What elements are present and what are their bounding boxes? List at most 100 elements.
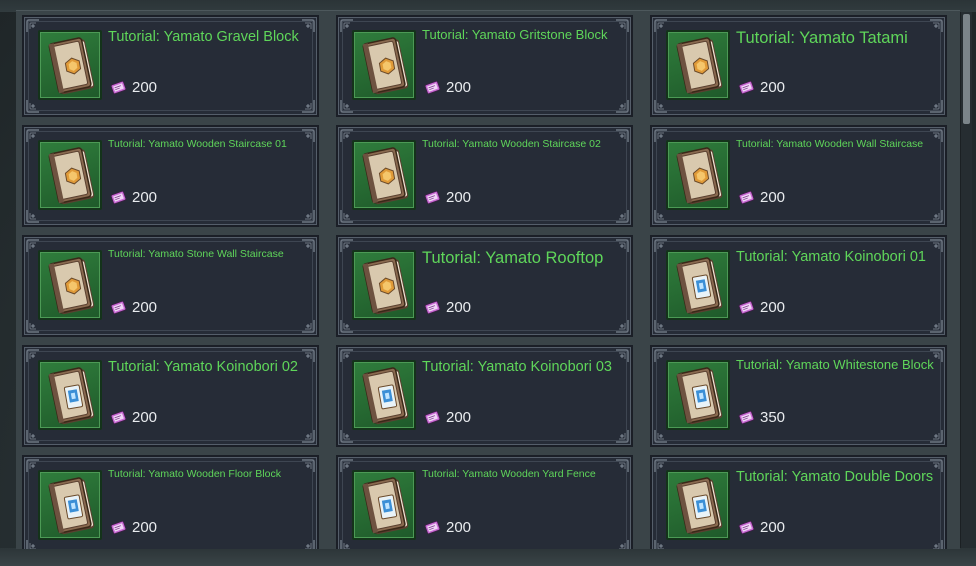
shop-item-card[interactable]: Tutorial: Yamato Wooden Staircase 01 200 (22, 125, 319, 227)
shop-item-card[interactable]: Tutorial: Yamato Koinobori 02 200 (22, 345, 319, 447)
price-row: 200 (424, 189, 471, 206)
item-name: Tutorial: Yamato Wooden Yard Fence (422, 468, 596, 480)
price-row: 200 (110, 79, 157, 96)
price-row: 200 (738, 519, 785, 536)
item-price: 200 (132, 409, 158, 426)
ticket-icon (738, 79, 755, 96)
item-price: 200 (132, 189, 158, 206)
scrollbar[interactable] (960, 12, 972, 548)
frame-corner-ornament (929, 319, 943, 333)
price-row: 200 (424, 519, 471, 536)
price-row: 200 (110, 409, 157, 426)
item-icon-frame (38, 250, 102, 320)
item-icon-frame (38, 30, 102, 100)
price-row: 200 (424, 79, 471, 96)
frame-corner-ornament (615, 429, 629, 443)
item-price: 200 (446, 299, 472, 316)
item-price: 200 (760, 79, 786, 96)
frame-corner-ornament (301, 209, 315, 223)
frame-corner-ornament (301, 99, 315, 113)
frame-corner-ornament (340, 99, 354, 113)
shop-item-card[interactable]: Tutorial: Yamato Whitestone Block 350 (650, 345, 947, 447)
frame-corner-ornament (301, 429, 315, 443)
shop-item-card[interactable]: Tutorial: Yamato Wooden Staircase 02 200 (336, 125, 633, 227)
item-name: Tutorial: Yamato Koinobori 01 (736, 249, 926, 265)
shop-item-card[interactable]: Tutorial: Yamato Double Doors 200 (650, 455, 947, 549)
shop-item-card[interactable]: Tutorial: Yamato Tatami 200 (650, 15, 947, 117)
ticket-icon (738, 189, 755, 206)
ticket-icon (110, 189, 127, 206)
price-row: 200 (424, 409, 471, 426)
item-icon-frame (352, 250, 416, 320)
frame-corner-ornament (340, 539, 354, 549)
item-price: 200 (446, 79, 472, 96)
ticket-icon (424, 299, 441, 316)
frame-corner-ornament (929, 429, 943, 443)
frame-corner-ornament (26, 539, 40, 549)
ticket-icon (424, 519, 441, 536)
shop-item-card[interactable]: Tutorial: Yamato Rooftop 200 (336, 235, 633, 337)
shop-item-card[interactable]: Tutorial: Yamato Koinobori 03 200 (336, 345, 633, 447)
item-price: 200 (132, 519, 158, 536)
item-icon-frame (38, 140, 102, 210)
frame-corner-ornament (654, 319, 668, 333)
shop-item-grid: Tutorial: Yamato Gravel Block 200 Tutori… (22, 15, 947, 549)
item-price: 350 (760, 409, 786, 426)
shop-item-card[interactable]: Tutorial: Yamato Gravel Block 200 (22, 15, 319, 117)
item-name: Tutorial: Yamato Stone Wall Staircase (108, 248, 284, 260)
shop-item-card[interactable]: Tutorial: Yamato Koinobori 01 200 (650, 235, 947, 337)
shop-item-card[interactable]: Tutorial: Yamato Wooden Yard Fence 200 (336, 455, 633, 549)
frame-corner-ornament (615, 209, 629, 223)
frame-corner-ornament (301, 539, 315, 549)
frame-corner-ornament (26, 319, 40, 333)
frame-corner-ornament (26, 99, 40, 113)
shop-item-card[interactable]: Tutorial: Yamato Gritstone Block 200 (336, 15, 633, 117)
item-icon-frame (38, 360, 102, 430)
item-price: 200 (446, 519, 472, 536)
ticket-icon (424, 189, 441, 206)
ticket-icon (738, 299, 755, 316)
item-icon-frame (352, 470, 416, 540)
item-icon-frame (666, 250, 730, 320)
item-name: Tutorial: Yamato Wooden Staircase 02 (422, 138, 601, 150)
frame-corner-ornament (301, 319, 315, 333)
ticket-icon (738, 519, 755, 536)
frame-corner-ornament (26, 429, 40, 443)
ticket-icon (110, 409, 127, 426)
frame-corner-ornament (340, 209, 354, 223)
shop-panel: Tutorial: Yamato Gravel Block 200 Tutori… (16, 10, 960, 549)
item-name: Tutorial: Yamato Double Doors (736, 469, 934, 485)
item-icon-frame (352, 30, 416, 100)
price-row: 350 (738, 409, 785, 426)
shop-item-card[interactable]: Tutorial: Yamato Wooden Floor Block 200 (22, 455, 319, 549)
ticket-icon (424, 79, 441, 96)
ticket-icon (738, 409, 755, 426)
item-name: Tutorial: Yamato Koinobori 03 (422, 359, 612, 375)
item-price: 200 (760, 519, 786, 536)
shop-item-card[interactable]: Tutorial: Yamato Stone Wall Staircase 20… (22, 235, 319, 337)
item-price: 200 (760, 189, 786, 206)
item-name: Tutorial: Yamato Koinobori 02 (108, 359, 298, 375)
frame-corner-ornament (615, 319, 629, 333)
scrollbar-thumb[interactable] (963, 14, 970, 124)
item-price: 200 (132, 299, 158, 316)
frame-corner-ornament (615, 99, 629, 113)
item-name: Tutorial: Yamato Wooden Staircase 01 (108, 138, 287, 150)
background-bottom (0, 548, 976, 566)
ticket-icon (424, 409, 441, 426)
item-price: 200 (446, 409, 472, 426)
price-row: 200 (738, 299, 785, 316)
frame-corner-ornament (654, 99, 668, 113)
frame-corner-ornament (654, 429, 668, 443)
shop-item-card[interactable]: Tutorial: Yamato Wooden Wall Staircase 2… (650, 125, 947, 227)
frame-corner-ornament (340, 319, 354, 333)
frame-corner-ornament (654, 209, 668, 223)
item-name: Tutorial: Yamato Wooden Floor Block (108, 468, 281, 480)
ticket-icon (110, 79, 127, 96)
item-icon-frame (666, 140, 730, 210)
item-icon-frame (352, 360, 416, 430)
item-icon-frame (666, 470, 730, 540)
item-price: 200 (446, 189, 472, 206)
frame-corner-ornament (929, 99, 943, 113)
item-name: Tutorial: Yamato Gravel Block (108, 29, 299, 45)
